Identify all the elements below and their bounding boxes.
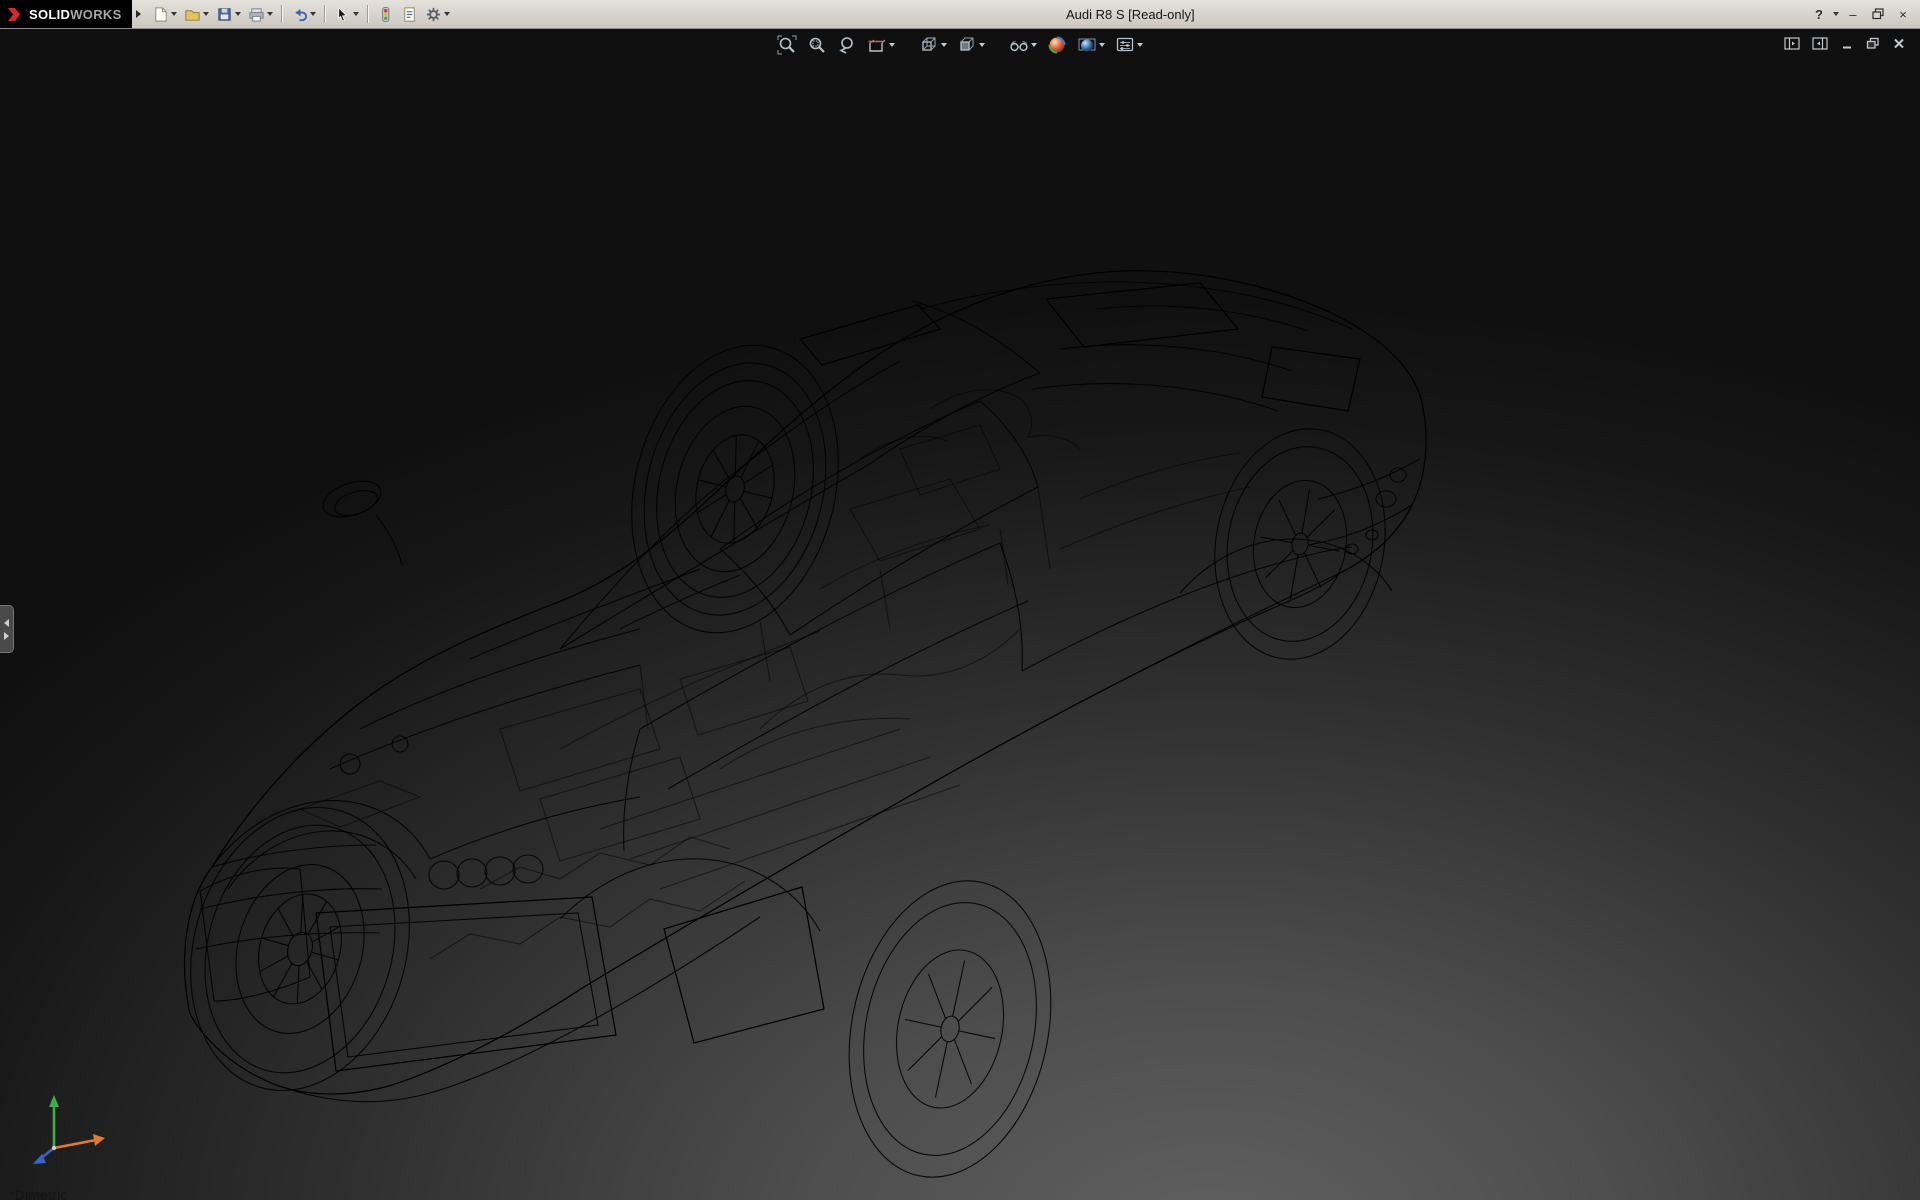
side-mirror [319, 475, 402, 565]
view-orientation-button[interactable] [916, 32, 950, 58]
view-settings-button[interactable] [1112, 32, 1146, 58]
zoom-to-area-button[interactable] [804, 32, 830, 58]
display-style-icon [957, 35, 977, 55]
dropdown-arrow[interactable] [267, 12, 273, 16]
apply-scene-button[interactable] [1074, 32, 1108, 58]
new-button[interactable] [149, 0, 180, 28]
zoom-to-fit-button[interactable] [774, 32, 800, 58]
wheel-rear-right [1197, 415, 1403, 673]
close-icon [1892, 37, 1906, 50]
right-intake [664, 887, 824, 1043]
front-grille [316, 897, 616, 1071]
dropdown-arrow[interactable] [1031, 43, 1037, 47]
view-orientation-label: *Dimetric [9, 1187, 68, 1200]
options-button[interactable] [422, 0, 453, 28]
solidworks-logo: SOLIDWORKS [0, 0, 132, 28]
rebuild-traffic-light-icon [377, 6, 394, 23]
undo-icon [291, 6, 308, 23]
help-button[interactable]: ? [1808, 4, 1830, 25]
display-style-button[interactable] [954, 32, 988, 58]
minimize-document-button[interactable] [1838, 35, 1856, 52]
save-floppy-icon [216, 6, 233, 23]
scene-ball-icon [1077, 35, 1097, 55]
headsup-view-toolbar [774, 32, 1146, 58]
options-gear-icon [425, 6, 442, 23]
minimize-button[interactable]: – [1842, 4, 1864, 25]
toolbar-separator [324, 5, 326, 23]
close-document-button[interactable] [1890, 35, 1908, 52]
titlebar: SOLIDWORKS [0, 0, 1920, 29]
minimize-icon [1840, 37, 1854, 50]
restore-document-button[interactable] [1864, 35, 1882, 52]
graphics-viewport[interactable]: *Dimetric [0, 29, 1920, 1200]
file-properties-button[interactable] [398, 0, 421, 28]
view-settings-icon [1115, 35, 1135, 55]
open-button[interactable] [181, 0, 212, 28]
audi-rings-badge [429, 855, 543, 889]
previous-view-button[interactable] [834, 32, 860, 58]
dropdown-arrow[interactable] [889, 43, 895, 47]
select-button[interactable] [331, 0, 362, 28]
glasses-icon [1009, 35, 1029, 55]
reference-triad [24, 1086, 116, 1178]
display-pane-button[interactable] [1810, 35, 1830, 52]
undo-button[interactable] [288, 0, 319, 28]
open-folder-icon [184, 6, 201, 23]
dropdown-arrow[interactable] [444, 12, 450, 16]
restore-icon [1872, 8, 1885, 20]
new-document-icon [152, 6, 169, 23]
dropdown-arrow[interactable] [979, 43, 985, 47]
pane-left-icon [1784, 37, 1800, 50]
edit-appearance-button[interactable] [1044, 32, 1070, 58]
hide-show-items-button[interactable] [1006, 32, 1040, 58]
rebuild-button[interactable] [374, 0, 397, 28]
appearance-ball-icon [1047, 35, 1067, 55]
featuremanager-pane-button[interactable] [1782, 35, 1802, 52]
pane-right-icon [1812, 37, 1828, 50]
car-body-outline [185, 271, 1427, 1102]
dropdown-arrow[interactable] [1137, 43, 1143, 47]
select-cursor-icon [334, 6, 351, 23]
restore-icon [1866, 37, 1880, 50]
print-button[interactable] [245, 0, 276, 28]
dropdown-arrow[interactable] [941, 43, 947, 47]
dropdown-arrow[interactable] [235, 12, 241, 16]
solidworks-window: SOLIDWORKS [0, 0, 1920, 29]
car-body-tint [185, 271, 1427, 1094]
window-title: Audi R8 S [Read-only] [453, 7, 1808, 22]
dropdown-arrow[interactable] [1099, 43, 1105, 47]
car-wireframe-model [0, 29, 1920, 1200]
file-properties-icon [401, 6, 418, 23]
toolbar-separator [281, 5, 283, 23]
wheel-front-left [158, 781, 441, 1116]
roof-vent-mesh [800, 305, 940, 365]
save-button[interactable] [213, 0, 244, 28]
featuremanager-collapse-handle[interactable] [0, 605, 14, 653]
section-view-button[interactable] [864, 32, 898, 58]
help-dropdown-arrow[interactable] [1833, 12, 1839, 16]
expand-left-arrow-icon [4, 619, 9, 627]
dropdown-arrow[interactable] [353, 12, 359, 16]
print-icon [248, 6, 265, 23]
solidworks-logo-icon [6, 6, 23, 23]
restore-button[interactable] [1867, 4, 1889, 25]
toolbar-separator [367, 5, 369, 23]
brand-text: SOLIDWORKS [29, 7, 122, 22]
wheel-front-right [823, 862, 1077, 1196]
close-button[interactable]: × [1892, 4, 1914, 25]
expand-right-arrow-icon [4, 632, 9, 640]
window-controls: ? – × [1808, 4, 1920, 25]
section-view-icon [867, 35, 887, 55]
menu-expand-arrow[interactable] [136, 10, 141, 18]
zoom-to-area-icon [807, 35, 827, 55]
dropdown-arrow[interactable] [203, 12, 209, 16]
previous-view-icon [837, 35, 857, 55]
dropdown-arrow[interactable] [171, 12, 177, 16]
zoom-to-fit-icon [777, 35, 797, 55]
document-window-controls [1782, 35, 1908, 52]
main-toolbar [149, 0, 453, 28]
view-orientation-cube-icon [919, 35, 939, 55]
dropdown-arrow[interactable] [310, 12, 316, 16]
